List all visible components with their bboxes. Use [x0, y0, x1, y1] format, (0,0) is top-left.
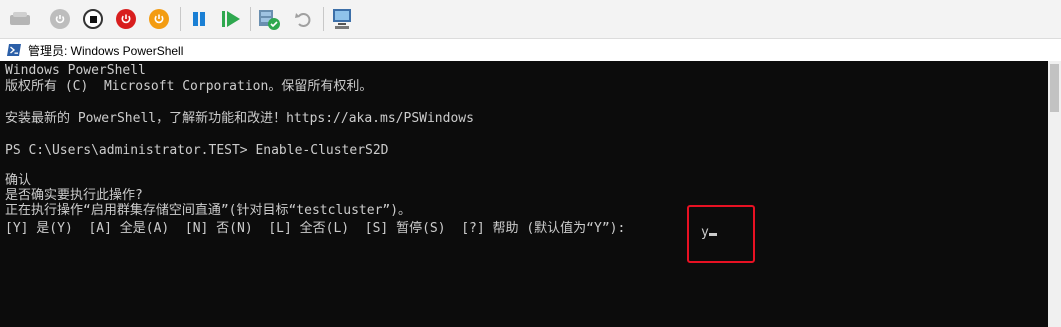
highlight-box	[687, 205, 755, 263]
vertical-scrollbar[interactable]	[1048, 61, 1061, 327]
reset-button[interactable]	[219, 7, 243, 31]
console-line: 安装最新的 PowerShell，了解新功能和改进！https://aka.ms…	[5, 111, 474, 126]
turn-off-button[interactable]	[81, 7, 105, 31]
start-button[interactable]	[48, 7, 72, 31]
reset-icon	[222, 11, 240, 27]
save-state-icon	[149, 9, 169, 29]
console-line: 确认	[5, 173, 32, 188]
revert-icon	[295, 13, 311, 27]
powershell-console[interactable]: Windows PowerShell 版权所有 (C) Microsoft Co…	[0, 61, 1048, 327]
save-button[interactable]	[147, 7, 171, 31]
console-line: 正在执行操作“启用群集存储空间直通”(针对目标“testcluster”)。	[5, 203, 412, 218]
keyboard-icon	[10, 12, 30, 25]
powershell-icon	[7, 44, 21, 56]
stop-icon	[83, 9, 103, 29]
scroll-thumb[interactable]	[1050, 64, 1059, 112]
revert-button[interactable]	[291, 7, 315, 31]
window-titlebar[interactable]: 管理员: Windows PowerShell	[0, 39, 1061, 61]
enhanced-session-icon	[333, 9, 351, 29]
power-icon	[116, 9, 136, 29]
confirm-prompt: [Y] 是(Y) [A] 全是(A) [N] 否(N) [L] 全否(L) [S…	[5, 221, 634, 236]
window-title: 管理员: Windows PowerShell	[28, 43, 184, 58]
enhanced-session-button[interactable]	[330, 7, 354, 31]
console-prompt-line: [Y] 是(Y) [A] 全是(A) [N] 否(N) [L] 全否(L) [S…	[5, 221, 633, 236]
console-line: PS C:\Users\administrator.TEST> Enable-C…	[5, 143, 389, 158]
shutdown-button[interactable]	[114, 7, 138, 31]
start-icon	[50, 9, 70, 29]
console-line: 是否确实要执行此操作?	[5, 188, 143, 203]
checkpoint-button[interactable]	[257, 7, 281, 31]
console-line: Windows PowerShell	[5, 63, 146, 78]
pause-icon	[193, 12, 205, 26]
pause-button[interactable]	[187, 7, 211, 31]
vm-toolbar	[0, 0, 1061, 39]
ctrl-alt-del-button[interactable]	[8, 7, 32, 31]
checkpoint-icon	[259, 10, 280, 30]
console-line: 版权所有 (C) Microsoft Corporation。保留所有权利。	[5, 79, 373, 94]
